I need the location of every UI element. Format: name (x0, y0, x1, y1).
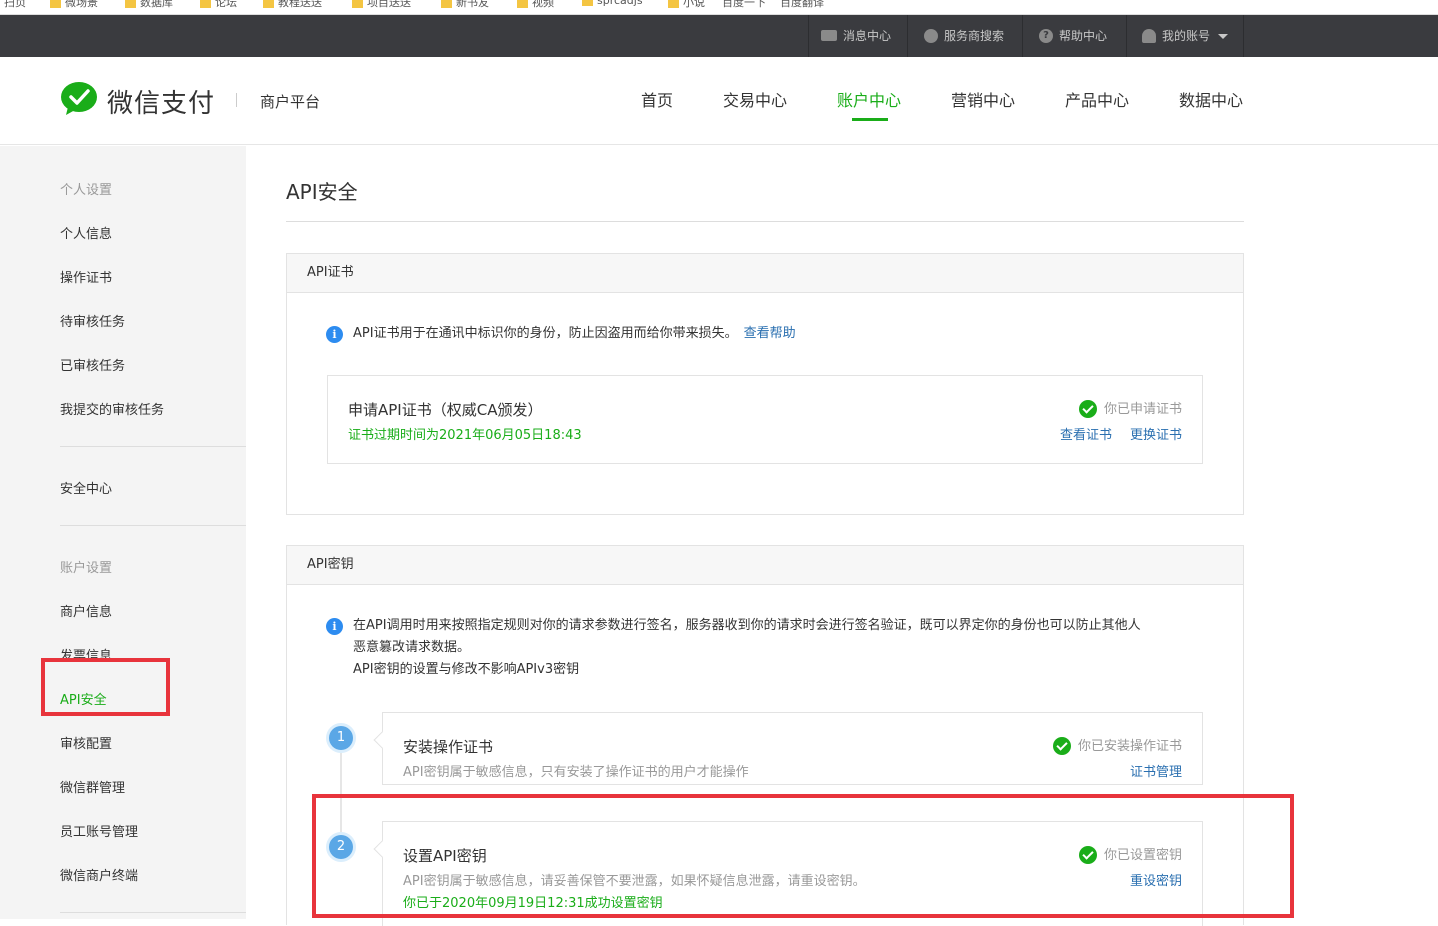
status-badge: 你已安装操作证书 (1052, 735, 1182, 756)
message-center-link[interactable]: 消息中心 (821, 15, 891, 57)
folder-icon (441, 0, 452, 8)
info-icon: i (326, 618, 343, 635)
top-utility-bar: 消息中心 服务商搜索 ? 帮助中心 我的账号 (0, 15, 1438, 57)
card-description: API密钥属于敏感信息，只有安装了操作证书的用户才能操作 (403, 765, 749, 780)
folder-icon (50, 0, 61, 8)
view-cert-link[interactable]: 查看证书 (1060, 428, 1112, 443)
wechat-pay-logo-icon[interactable] (60, 81, 98, 117)
divider (236, 93, 237, 107)
sidebar-item-staff-accounts[interactable]: 员工账号管理 (60, 821, 138, 840)
card-title: 安装操作证书 (403, 738, 494, 756)
info-text: API证书用于在通讯中标识你的身份，防止因盗用而给你带来损失。 (353, 326, 738, 341)
card-title: 申请API证书（权威CA颁发） (348, 401, 543, 419)
sidebar-item-security-center[interactable]: 安全中心 (60, 478, 112, 497)
divider (60, 525, 246, 526)
info-icon: i (326, 326, 343, 343)
caret-down-icon (1218, 34, 1229, 39)
bookmark-item[interactable]: 数据库 (125, 0, 173, 9)
divider (60, 446, 246, 447)
panel-title: API密钥 (287, 546, 1243, 585)
bookmark-item[interactable]: 新书友 (441, 0, 489, 9)
divider (1126, 15, 1127, 57)
folder-icon (263, 0, 274, 8)
bookmark-item[interactable]: 项目送送 (352, 0, 411, 9)
view-help-link[interactable]: 查看帮助 (744, 326, 796, 341)
folder-icon (517, 0, 528, 8)
nav-product-center[interactable]: 产品中心 (1065, 87, 1129, 111)
sidebar-item-reviewed[interactable]: 已审核任务 (60, 355, 125, 374)
folder-icon (200, 0, 211, 8)
card-actions: 证书管理 (1112, 761, 1182, 780)
bookmark-item[interactable]: 论坛 (200, 0, 237, 9)
sidebar-heading-account: 账户设置 (60, 561, 113, 576)
divider (60, 912, 246, 913)
platform-name: 商户平台 (260, 93, 321, 111)
check-circle-icon (1078, 399, 1097, 418)
status-badge: 你已申请证书 (1078, 398, 1182, 419)
info-text: 在API调用时用来按照指定规则对你的请求参数进行签名，服务器收到你的请求时会进行… (353, 618, 1141, 677)
sidebar-item-my-submitted[interactable]: 我提交的审核任务 (60, 399, 164, 418)
cert-management-link[interactable]: 证书管理 (1130, 765, 1182, 780)
nav-home[interactable]: 首页 (641, 87, 673, 111)
folder-icon (352, 0, 363, 8)
bookmark-item[interactable]: 小说 (668, 0, 705, 9)
sidebar-item-merchant-terminal[interactable]: 微信商户终端 (60, 865, 138, 884)
nav-account-center[interactable]: 账户中心 (837, 87, 901, 111)
nav-transaction-center[interactable]: 交易中心 (723, 87, 787, 111)
divider (1022, 15, 1023, 57)
bookmark-item[interactable]: 教程送送 (263, 0, 322, 9)
bookmark-item[interactable]: 视频 (517, 0, 554, 9)
sidebar-item-pending-review[interactable]: 待审核任务 (60, 311, 125, 330)
sidebar-item-personal-info[interactable]: 个人信息 (60, 223, 112, 242)
bookmark-item[interactable]: 百度翻译 (780, 0, 824, 9)
card-actions: 查看证书 更换证书 (1042, 424, 1182, 443)
my-account-dropdown[interactable]: 我的账号 (1142, 15, 1229, 57)
info-notice: i 在API调用时用来按照指定规则对你的请求参数进行签名，服务器收到你的请求时会… (326, 615, 1207, 681)
info-notice: i API证书用于在通讯中标识你的身份，防止因盗用而给你带来损失。 查看帮助 (326, 323, 796, 345)
bookmark-item[interactable]: 微场景 (50, 0, 98, 9)
sidebar-item-operation-cert[interactable]: 操作证书 (60, 267, 112, 286)
active-nav-indicator (852, 118, 888, 121)
bookmarks-bar: 扫页 微场景 数据库 论坛 教程送送 项目送送 新书友 视频 sprcadjs … (0, 0, 1438, 15)
replace-cert-link[interactable]: 更换证书 (1130, 428, 1182, 443)
cert-expiry-text: 证书过期时间为2021年06月05日18:43 (348, 428, 582, 443)
sidebar-item-merchant-info[interactable]: 商户信息 (60, 601, 112, 620)
check-circle-icon (1052, 736, 1071, 755)
user-icon (1142, 28, 1156, 43)
install-cert-step-card: 安装操作证书 API密钥属于敏感信息，只有安装了操作证书的用户才能操作 你已安装… (373, 712, 1203, 785)
apply-cert-card: 申请API证书（权威CA颁发） 证书过期时间为2021年06月05日18:43 … (327, 375, 1203, 464)
sidebar-item-wechat-group[interactable]: 微信群管理 (60, 777, 125, 796)
sidebar-heading-personal: 个人设置 (60, 183, 113, 198)
folder-icon (582, 0, 593, 6)
folder-icon (125, 0, 136, 8)
highlight-box (312, 794, 1294, 918)
panel-title: API证书 (287, 254, 1243, 293)
help-center-link[interactable]: ? 帮助中心 (1039, 15, 1107, 57)
divider (1243, 15, 1244, 57)
card-pointer (373, 731, 391, 749)
bookmark-item[interactable]: 百度一下 (722, 0, 766, 9)
divider (286, 221, 1244, 222)
envelope-icon (821, 30, 837, 41)
search-icon (924, 28, 938, 43)
bookmark-item[interactable]: sprcadjs (582, 0, 643, 8)
question-icon: ? (1039, 28, 1053, 43)
sidebar-item-review-config[interactable]: 审核配置 (60, 733, 112, 752)
nav-data-center[interactable]: 数据中心 (1179, 87, 1243, 111)
api-cert-panel: API证书 i API证书用于在通讯中标识你的身份，防止因盗用而给你带来损失。查… (286, 253, 1244, 515)
site-header: 微信支付 商户平台 首页 交易中心 账户中心 营销中心 产品中心 数据中心 (0, 57, 1438, 145)
sidebar: 个人设置 个人信息 操作证书 待审核任务 已审核任务 我提交的审核任务 安全中心… (0, 146, 246, 919)
page-title: API安全 (286, 180, 358, 204)
logo-text[interactable]: 微信支付 (107, 83, 215, 120)
step-number-1: 1 (329, 726, 353, 750)
highlight-box (41, 658, 170, 716)
nav-marketing-center[interactable]: 营销中心 (951, 87, 1015, 111)
divider (808, 15, 809, 57)
folder-icon (668, 0, 679, 8)
bookmark-item[interactable]: 扫页 (4, 0, 26, 9)
divider (907, 15, 908, 57)
service-provider-search-link[interactable]: 服务商搜索 (924, 15, 1004, 57)
